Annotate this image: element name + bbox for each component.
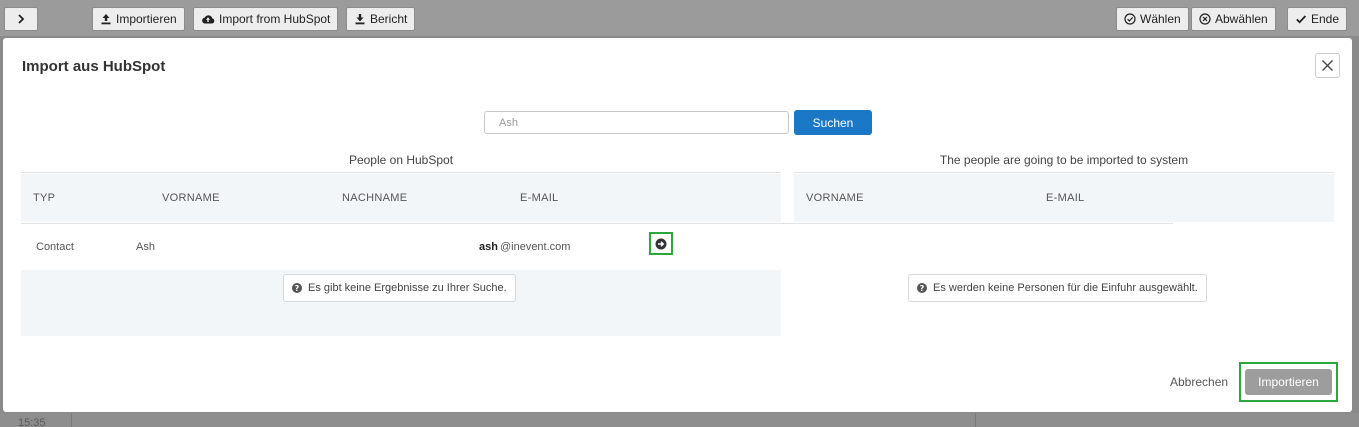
deselect-button-label: Abwählen	[1215, 12, 1268, 26]
left-empty-message: ? Es gibt keine Ergebnisse zu Ihrer Such…	[283, 274, 516, 302]
left-empty-text: Es gibt keine Ergebnisse zu Ihrer Suche.	[308, 282, 507, 294]
x-circle-icon	[1199, 13, 1211, 25]
divider	[71, 413, 72, 427]
svg-text:?: ?	[920, 284, 925, 293]
close-button[interactable]	[1315, 53, 1340, 78]
import-from-hubspot-button[interactable]: Import from HubSpot	[193, 7, 339, 31]
done-button-label: Ende	[1311, 12, 1340, 26]
column-header-nachname: NACHNAME	[342, 192, 408, 204]
left-panel-title: People on HubSpot	[348, 153, 454, 167]
question-circle-icon: ?	[917, 283, 927, 293]
email-domain: @inevent.com	[499, 241, 571, 253]
svg-text:?: ?	[295, 284, 300, 293]
import-submit-button[interactable]: Importieren	[1245, 369, 1332, 395]
column-header-vorname: VORNAME	[806, 192, 864, 204]
checkmark-icon	[1296, 15, 1307, 24]
right-panel-title: The people are going to be imported to s…	[939, 153, 1189, 167]
cloud-upload-icon	[202, 15, 215, 24]
add-to-import-button[interactable]	[649, 232, 673, 255]
left-table-header: TYP VORNAME NACHNAME E-MAIL	[21, 174, 781, 222]
column-header-email: E-MAIL	[520, 192, 559, 204]
report-button-label: Bericht	[370, 12, 408, 26]
select-button[interactable]: Wählen	[1116, 7, 1189, 31]
download-icon	[355, 14, 365, 25]
email-user: ash	[479, 241, 498, 253]
import-button-highlight: Importieren	[1239, 362, 1338, 402]
import-button-label: Importieren	[116, 12, 177, 26]
background-time: 15:35	[18, 417, 46, 427]
import-hubspot-modal: Import aus HubSpot Ash Suchen People on …	[3, 38, 1352, 412]
cell-typ: Contact	[36, 241, 74, 253]
check-circle-icon	[1124, 13, 1136, 25]
sidebar-toggle-button[interactable]	[4, 7, 38, 31]
report-button[interactable]: Bericht	[346, 7, 416, 31]
column-header-typ: TYP	[33, 192, 56, 204]
upload-icon	[101, 14, 111, 25]
background-toolbar: Importieren Import from HubSpot Bericht …	[0, 0, 1359, 36]
search-button[interactable]: Suchen	[794, 110, 872, 135]
column-header-email: E-MAIL	[1046, 192, 1085, 204]
modal-title: Import aus HubSpot	[22, 58, 166, 75]
select-button-label: Wählen	[1140, 12, 1181, 26]
divider	[703, 223, 1173, 224]
import-from-hubspot-label: Import from HubSpot	[219, 12, 331, 26]
cancel-button[interactable]: Abbrechen	[1170, 375, 1228, 389]
deselect-button[interactable]: Abwählen	[1191, 7, 1276, 31]
cell-vorname: Ash	[136, 241, 155, 253]
question-circle-icon: ?	[292, 283, 302, 293]
divider	[794, 172, 1334, 173]
cell-email: ash @inevent.com	[479, 241, 570, 253]
arrow-circle-right-icon	[655, 238, 667, 249]
background-strip: 15:35	[0, 413, 1359, 427]
done-button[interactable]: Ende	[1287, 7, 1348, 31]
divider	[975, 413, 976, 427]
search-input[interactable]: Ash	[484, 111, 789, 134]
import-button[interactable]: Importieren	[92, 7, 185, 31]
right-empty-text: Es werden keine Personen für die Einfuhr…	[933, 282, 1198, 294]
right-empty-message: ? Es werden keine Personen für die Einfu…	[908, 274, 1207, 302]
close-icon	[1322, 60, 1333, 71]
divider	[21, 172, 781, 173]
chevron-right-icon	[18, 14, 25, 24]
right-table-header: VORNAME E-MAIL	[794, 174, 1334, 222]
column-header-vorname: VORNAME	[162, 192, 220, 204]
